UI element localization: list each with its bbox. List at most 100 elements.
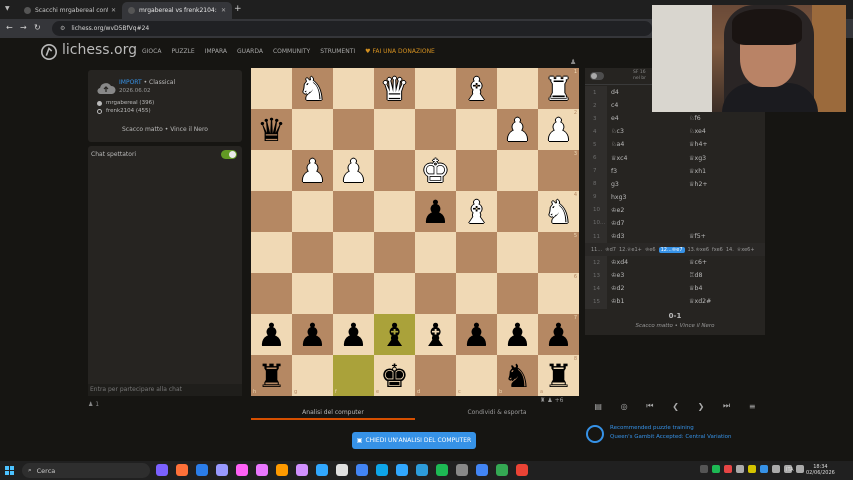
chrome-icon[interactable] xyxy=(496,464,508,476)
black-move[interactable]: ♕h4+ xyxy=(685,141,763,148)
board-square[interactable] xyxy=(292,273,333,314)
board-square[interactable]: ♛ xyxy=(374,68,415,109)
black-piece[interactable]: ♝ xyxy=(380,319,409,351)
nav-learn[interactable]: IMPARA xyxy=(205,48,227,55)
app-icon[interactable] xyxy=(236,464,248,476)
board-square[interactable]: ♝ xyxy=(415,314,456,355)
white-move[interactable]: ♔d7 xyxy=(607,220,757,227)
white-piece[interactable]: ♜ xyxy=(544,73,573,105)
first-move-icon[interactable]: ⏮ xyxy=(646,401,653,411)
white-move[interactable]: ♔e3 xyxy=(607,272,685,279)
white-move[interactable]: f3 xyxy=(607,168,685,175)
new-tab-icon[interactable]: + xyxy=(234,4,242,14)
board-square[interactable]: 3 xyxy=(538,150,579,191)
next-move-icon[interactable]: ❯ xyxy=(698,402,705,411)
black-piece[interactable]: ♟ xyxy=(298,319,327,351)
white-move[interactable]: hxg3 xyxy=(607,194,685,201)
taskbar-search[interactable]: ⌕ Cerca xyxy=(22,463,150,478)
chat-input[interactable]: Entra per partecipare alla chat xyxy=(88,384,242,396)
board-square[interactable] xyxy=(333,68,374,109)
variation-move[interactable]: 12.♕e1+ xyxy=(619,247,642,253)
board-square[interactable]: c xyxy=(456,355,497,396)
board-square[interactable] xyxy=(497,191,538,232)
variation-move[interactable]: fxe6 xyxy=(712,247,723,253)
system-clock[interactable]: 18:34 02/06/2026 xyxy=(806,464,835,476)
illustrator-icon[interactable] xyxy=(276,464,288,476)
practice-icon[interactable]: ◎ xyxy=(621,402,628,411)
black-move[interactable]: ♘f6 xyxy=(685,115,763,122)
last-move-icon[interactable]: ⏭ xyxy=(723,401,730,411)
board-square[interactable] xyxy=(251,191,292,232)
chess-board[interactable]: ♞ ♛ ♝ ♜ 1 ♛ ♟ ♟ 2 ♟ ♟ ♚ 3 ♟ ♝ ♞ 4 5 6 ♟ ♟ ♟ ♝ ♝ ♟ ♟ ♟ 7 ♜ h g f ♚ e d c ♞ b ♜ 8… xyxy=(251,68,579,396)
board-square[interactable] xyxy=(374,150,415,191)
board-square[interactable]: ♞ b xyxy=(497,355,538,396)
board-square[interactable]: ♟ 7 xyxy=(538,314,579,355)
board-square[interactable] xyxy=(251,273,292,314)
black-piece[interactable]: ♜ xyxy=(544,360,573,392)
board-square[interactable] xyxy=(292,191,333,232)
app-icon[interactable] xyxy=(296,464,308,476)
board-square[interactable] xyxy=(292,109,333,150)
browser-tab-2[interactable]: mrgabereal vs frenk2104: Quee ✕ xyxy=(122,2,232,19)
board-square[interactable]: ♚ e xyxy=(374,355,415,396)
black-player-row[interactable]: frenk2104 (455) xyxy=(97,108,151,114)
board-square[interactable] xyxy=(415,68,456,109)
variation-move[interactable]: ♕xe6+ xyxy=(737,247,755,253)
app-icon[interactable] xyxy=(336,464,348,476)
board-square[interactable] xyxy=(415,232,456,273)
photoshop-icon[interactable] xyxy=(396,464,408,476)
board-square[interactable] xyxy=(333,232,374,273)
board-square[interactable] xyxy=(251,150,292,191)
black-move[interactable]: ♕h2+ xyxy=(685,181,763,188)
board-square[interactable]: 6 xyxy=(538,273,579,314)
board-square[interactable] xyxy=(251,232,292,273)
black-move[interactable]: ♕b4 xyxy=(685,285,763,292)
board-square[interactable] xyxy=(374,273,415,314)
white-move[interactable]: e4 xyxy=(607,115,685,122)
white-move[interactable]: ♔d3 xyxy=(607,233,685,240)
board-square[interactable]: ♟ xyxy=(292,314,333,355)
user-icon[interactable]: ♟ xyxy=(570,58,576,66)
board-square[interactable] xyxy=(333,191,374,232)
board-square[interactable] xyxy=(497,68,538,109)
board-square[interactable]: ♟ xyxy=(415,191,456,232)
white-piece[interactable]: ♟ xyxy=(298,155,327,187)
white-piece[interactable]: ♟ xyxy=(339,155,368,187)
variation-move[interactable]: ♔d7 xyxy=(605,247,616,253)
tab-share-export[interactable]: Condividi & esporta xyxy=(415,406,579,420)
browser-tab-1[interactable]: Scacchi mrgabereal contro fren ✕ xyxy=(18,2,122,19)
hamburger-menu-icon[interactable]: ≡ xyxy=(749,402,756,411)
board-square[interactable]: ♞ xyxy=(292,68,333,109)
tray-icon[interactable] xyxy=(796,465,804,473)
prev-move-icon[interactable]: ❮ xyxy=(672,402,679,411)
tray-icon[interactable] xyxy=(712,465,720,473)
tray-icon[interactable] xyxy=(760,465,768,473)
black-piece[interactable]: ♜ xyxy=(257,360,286,392)
white-piece[interactable]: ♟ xyxy=(503,114,532,146)
black-piece[interactable]: ♞ xyxy=(503,360,532,392)
chat-toggle[interactable] xyxy=(221,150,237,159)
black-move[interactable]: ♖d8 xyxy=(685,272,763,279)
white-piece[interactable]: ♝ xyxy=(462,196,491,228)
board-square[interactable] xyxy=(333,109,374,150)
nav-tools[interactable]: STRUMENTI xyxy=(320,48,355,55)
white-move[interactable]: ♔b1 xyxy=(607,298,685,305)
windows-start-icon[interactable] xyxy=(5,466,14,475)
white-move[interactable]: ♔e2 xyxy=(607,207,757,214)
board-square[interactable]: ♟ xyxy=(497,314,538,355)
white-move[interactable]: ♘a4 xyxy=(607,141,685,148)
close-tab-icon[interactable]: ✕ xyxy=(111,7,116,14)
white-piece[interactable]: ♞ xyxy=(544,196,573,228)
import-link[interactable]: IMPORT xyxy=(119,79,142,86)
board-square[interactable] xyxy=(333,273,374,314)
lightroom-icon[interactable] xyxy=(316,464,328,476)
app-icon[interactable] xyxy=(516,464,528,476)
variation-move[interactable]: 14. xyxy=(726,247,734,253)
nav-watch[interactable]: GUARDA xyxy=(237,48,263,55)
variation-move[interactable]: 12...♔e7 xyxy=(658,246,685,253)
site-info-icon[interactable]: ⚙ xyxy=(60,25,65,32)
white-piece[interactable]: ♚ xyxy=(421,155,450,187)
lichess-logo-icon[interactable] xyxy=(40,43,58,61)
board-square[interactable]: ♜ h xyxy=(251,355,292,396)
board-square[interactable]: f xyxy=(333,355,374,396)
